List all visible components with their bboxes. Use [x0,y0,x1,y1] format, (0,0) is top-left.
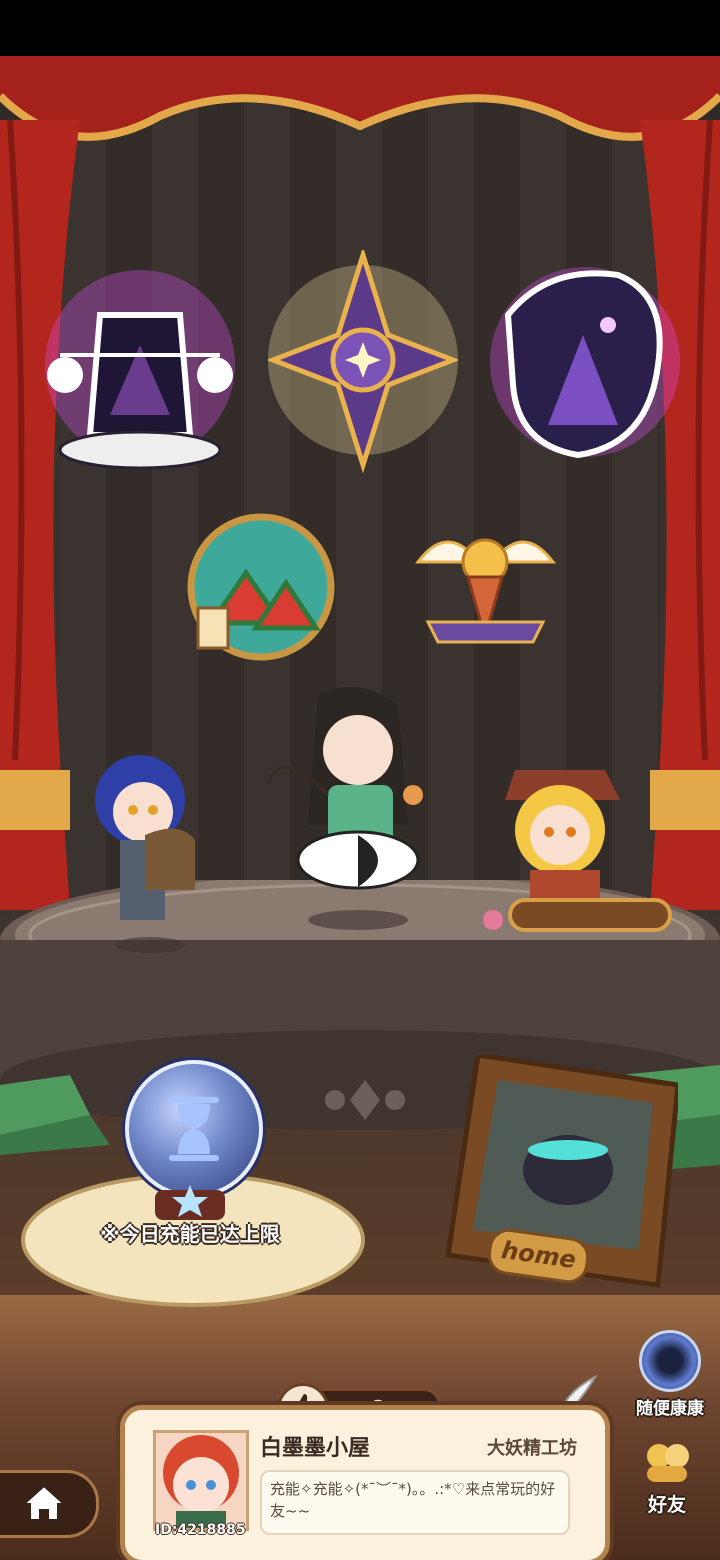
stage-scene: ※今日充能已达上限 home 随便康康 8 ID:42188 [0,0,720,1560]
green-steps-left [0,1075,110,1155]
star-compass-badge-icon[interactable] [268,250,458,475]
dragon-badge-icon[interactable] [488,255,683,470]
status-bar [0,0,720,56]
winged-trophy-badge-icon[interactable] [408,522,563,657]
curtain-valance [0,56,720,141]
player-id: ID:4218885 [155,1522,246,1538]
random-visit-label: 随便康康 [636,1399,704,1419]
left-curtain [0,120,80,910]
portal-icon [639,1330,701,1392]
profile-message: 充能✧充能✧(*¯︶¯*)。。.:*♡来点常玩的好友~~ [260,1470,570,1535]
home-icon [21,1484,67,1521]
avatar[interactable] [153,1430,249,1531]
home-button[interactable] [0,1470,99,1538]
watermelon-badge-icon[interactable] [186,513,336,661]
random-visit-button[interactable]: 随便康康 [630,1330,710,1419]
guild-name[interactable]: 大妖精工坊 [487,1434,577,1460]
stage-ornament-icon [325,1080,405,1120]
scale-lantern-badge-icon[interactable] [40,255,240,475]
friends-label: 好友 [647,1494,686,1516]
charge-limit-text: ※今日充能已达上限 [100,1222,280,1246]
character-fisher-yinyang[interactable] [258,675,458,935]
friends-icon [647,1444,689,1482]
character-explorer-girl[interactable] [475,740,675,955]
house-name: 白墨墨小屋 [260,1436,371,1461]
friends-button[interactable]: 好友 [622,1440,712,1517]
hourglass-icon [169,1097,219,1161]
profile-card: ID:4218885 白墨墨小屋 大妖精工坊 充能✧充能✧(*¯︶¯*)。。.:… [120,1405,610,1560]
character-cat-girl[interactable] [85,740,215,960]
energy-orb[interactable] [125,1060,263,1198]
